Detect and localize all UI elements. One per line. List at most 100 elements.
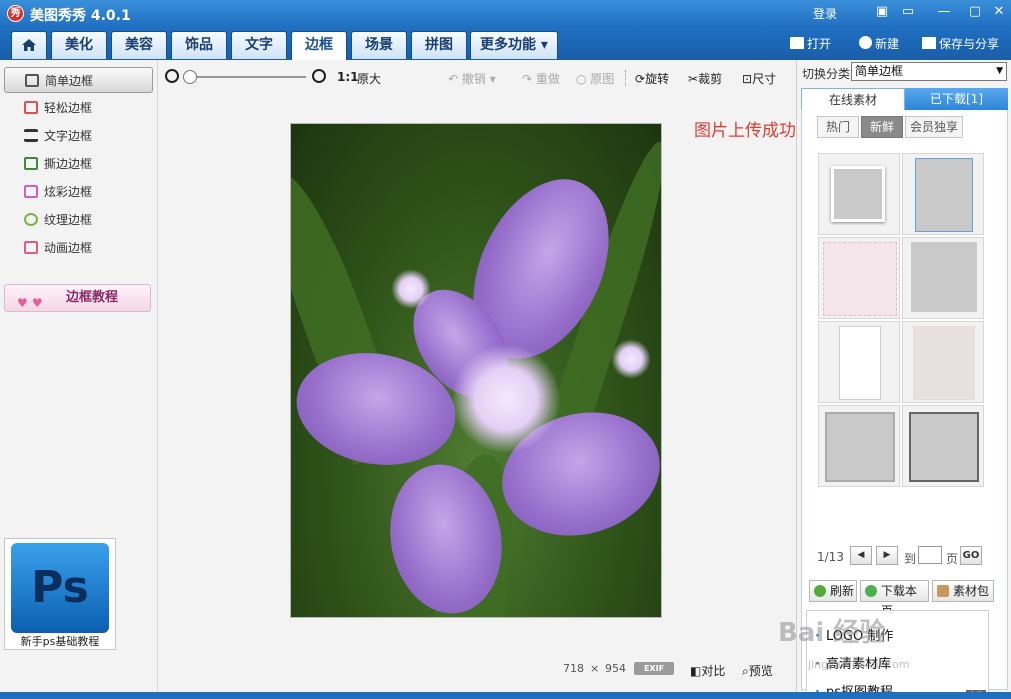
category-select-value: 简单边框 (855, 64, 904, 78)
preview-button[interactable]: ⌕预览 (742, 662, 773, 679)
prev-page-button[interactable]: ◀ (850, 546, 872, 565)
frame-thumbnail[interactable] (818, 237, 900, 319)
subtab-new[interactable]: 新鲜 (861, 116, 903, 138)
download-page-button[interactable]: 下载本页 (860, 580, 929, 618)
easy-frame-icon (24, 101, 38, 114)
frame-tutorial-label: 边框教程 (66, 290, 119, 305)
frame-tutorial-button[interactable]: ♥ ♥ 边框教程 (4, 284, 151, 312)
page-indicator: 1/13 (817, 550, 844, 564)
app-logo-icon: 秀 (7, 5, 24, 22)
subtab-vip[interactable]: 会员独享 (905, 116, 963, 138)
canvas-area (158, 94, 796, 654)
zoom-in-icon[interactable] (312, 69, 326, 83)
save-share-button[interactable]: 保存与分享 (922, 35, 999, 52)
refresh-label: 刷新 (830, 584, 855, 598)
compare-button[interactable]: ◧对比 (690, 662, 725, 679)
page-number-input[interactable] (918, 546, 942, 564)
actual-size-button[interactable]: 原大 (357, 70, 381, 87)
image-width: 718 (563, 662, 584, 675)
frame-thumbnail[interactable] (818, 405, 900, 487)
home-icon (22, 39, 36, 51)
actual-size-ratio[interactable]: 1:1 (337, 70, 359, 84)
zoom-out-icon[interactable] (165, 69, 179, 83)
tab-text[interactable]: 文字 (231, 31, 287, 59)
simple-frame-icon (25, 74, 39, 87)
original-image-button[interactable]: ○ 原图 (576, 70, 614, 87)
sidebar-item-text-frame[interactable]: 文字边框 (4, 123, 153, 149)
refresh-button[interactable]: 刷新 (809, 580, 857, 602)
frame-thumbnail[interactable] (902, 237, 984, 319)
exif-button[interactable]: EXIF (634, 662, 674, 675)
skin-icon[interactable]: ▭ (899, 4, 917, 20)
ps-tutorial-ad[interactable]: Ps 新手ps基础教程 (4, 538, 116, 650)
crop-button[interactable]: ✂裁剪 (688, 70, 722, 87)
go-button[interactable]: GO (960, 546, 982, 565)
tab-more-features[interactable]: 更多功能 ▾ (470, 31, 558, 59)
resize-button[interactable]: ⊡尺寸 (742, 70, 776, 87)
dimension-separator: × (590, 662, 600, 675)
feedback-icon[interactable]: ▣ (873, 4, 891, 20)
heart-icon: ♥ ♥ (17, 296, 43, 310)
sidebar-item-animated-frame[interactable]: 动画边框 (4, 235, 153, 261)
maximize-button[interactable]: ▢ (966, 4, 984, 20)
login-link[interactable]: 登录 (813, 5, 837, 22)
tab-online-materials[interactable]: 在线素材 (801, 88, 905, 110)
sidebar-item-colorful-frame[interactable]: 炫彩边框 (4, 179, 153, 205)
tab-collage[interactable]: 拼图 (411, 31, 467, 59)
edited-photo[interactable] (290, 123, 662, 618)
category-select[interactable]: 简单边框 ▼ (851, 62, 1007, 81)
new-button[interactable]: 新建 (859, 35, 899, 52)
tab-accessories[interactable]: 饰品 (171, 31, 227, 59)
sidebar-item-label: 文字边框 (44, 129, 93, 143)
sidebar-item-label: 简单边框 (45, 74, 94, 88)
redo-button[interactable]: ↷ 重做 (522, 70, 560, 87)
material-panel: 切换分类 简单边框 ▼ 在线素材 已下载[1] 热门 新鲜 会员独享 1/13 … (796, 60, 1011, 699)
main-nav: 美化 美容 饰品 文字 边框 场景 拼图 更多功能 ▾ 打开 新建 保存与分享 (0, 28, 1011, 60)
close-button[interactable]: ✕ (990, 4, 1008, 20)
baidu-watermark-url: jingyan.baidu.com (808, 658, 910, 671)
tab-scene[interactable]: 场景 (351, 31, 407, 59)
frame-thumbnail[interactable] (818, 321, 900, 403)
minimize-button[interactable]: — (935, 4, 953, 20)
compare-label: 对比 (701, 664, 726, 678)
rotate-label: 旋转 (645, 72, 670, 86)
refresh-icon (814, 585, 826, 597)
tab-beautify[interactable]: 美化 (51, 31, 107, 59)
sidebar-item-torn-frame[interactable]: 撕边边框 (4, 151, 153, 177)
ps-logo-icon: Ps (11, 543, 109, 633)
colorful-frame-icon (24, 185, 38, 198)
resize-label: 尺寸 (752, 72, 777, 86)
crop-label: 裁剪 (698, 72, 723, 86)
tab-makeup[interactable]: 美容 (111, 31, 167, 59)
zoom-slider[interactable] (188, 76, 306, 78)
upload-success-message: 图片上传成功 (694, 121, 796, 141)
sidebar-item-easy-frame[interactable]: 轻松边框 (4, 95, 153, 121)
goto-label: 到 (904, 552, 917, 566)
image-height: 954 (605, 662, 626, 675)
undo-button[interactable]: ↶ 撤销 ▾ (448, 70, 496, 87)
material-pack-button[interactable]: 素材包 (932, 580, 994, 602)
frame-thumbnail[interactable] (902, 321, 984, 403)
undo-label: 撤销 (461, 72, 486, 86)
frame-thumbnail[interactable] (818, 153, 900, 235)
frame-thumbnail[interactable] (902, 153, 984, 235)
next-page-button[interactable]: ▶ (876, 546, 898, 565)
zoom-slider-handle[interactable] (183, 70, 197, 84)
open-button[interactable]: 打开 (790, 35, 831, 52)
home-tab[interactable] (11, 31, 47, 59)
sidebar-item-texture-frame[interactable]: 纹理边框 (4, 207, 153, 233)
new-label: 新建 (875, 37, 900, 51)
save-icon (922, 37, 936, 49)
tab-frame[interactable]: 边框 (291, 31, 347, 60)
frame-category-sidebar: 简单边框 轻松边框 文字边框 撕边边框 炫彩边框 纹理边框 动画边框 ♥ ♥ 边… (0, 60, 158, 692)
tab-downloaded[interactable]: 已下载[1] (905, 88, 1008, 110)
sidebar-item-label: 撕边边框 (44, 157, 93, 171)
rotate-button[interactable]: ⟳旋转 (635, 70, 669, 87)
sidebar-item-simple-frame[interactable]: 简单边框 (4, 67, 153, 93)
baidu-watermark: Bai 经验 (778, 618, 886, 648)
frame-thumbnail[interactable] (902, 405, 984, 487)
subtab-hot[interactable]: 热门 (817, 116, 859, 138)
sidebar-item-label: 轻松边框 (44, 101, 93, 115)
chevron-down-icon: ▼ (996, 66, 1003, 76)
preview-label: 预览 (748, 664, 773, 678)
